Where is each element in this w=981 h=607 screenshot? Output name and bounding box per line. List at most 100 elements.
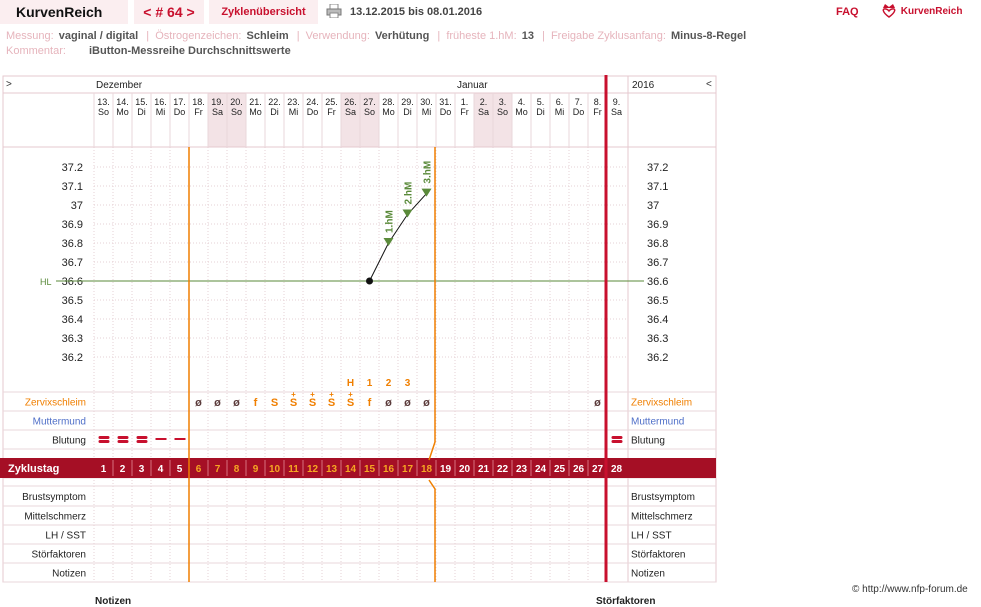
day-date: 28. (382, 97, 395, 107)
day-weekday: Sa (478, 107, 489, 117)
day-weekday: Sa (345, 107, 356, 117)
faq-link[interactable]: FAQ (836, 0, 859, 24)
cycle-day-number: 27 (592, 464, 604, 475)
cycle-day-number: 2 (120, 464, 126, 475)
high-measurement-label: 2.hM (404, 182, 415, 205)
top-bar: KurvenReich < # 64 > Zyklenübersicht 13.… (0, 0, 981, 26)
temp-tick-left: 37.1 (62, 181, 83, 193)
temp-tick-right: 36.9 (647, 219, 668, 231)
lh-sst-label-right: LH / SST (631, 531, 672, 542)
mittelschmerz-label-left: Mittelschmerz (24, 512, 86, 523)
temp-tick-right: 36.4 (647, 314, 668, 326)
mucus-plus-mark: + (291, 390, 296, 399)
cycle-day-number: 12 (307, 464, 319, 475)
blutung-label-right: Blutung (631, 436, 665, 447)
day-weekday: So (98, 107, 109, 117)
temperature-point (366, 277, 373, 285)
cycle-day-bar (0, 458, 716, 478)
temp-tick-left: 36.3 (62, 333, 83, 345)
peak-label: 1 (367, 378, 373, 389)
cycle-overview-tab[interactable]: Zyklenübersicht (209, 0, 318, 24)
messung-label: Messung: (6, 30, 54, 42)
bleeding-heavy-mark (98, 440, 110, 443)
cycle-day-number: 25 (554, 464, 566, 475)
cycle-day-number: 21 (478, 464, 490, 475)
temp-tick-right: 36.6 (647, 276, 668, 288)
printer-icon[interactable] (326, 3, 342, 19)
cycle-day-number: 6 (196, 464, 202, 475)
day-weekday: Fr (327, 107, 336, 117)
day-date: 14. (116, 97, 129, 107)
cycle-day-number: 7 (215, 464, 221, 475)
muttermund-label-left: Muttermund (33, 417, 86, 428)
mucus-symbol: ø (385, 397, 392, 409)
day-date: 30. (420, 97, 433, 107)
hl-label: HL (40, 277, 52, 287)
day-date: 26. (344, 97, 357, 107)
bleeding-heavy-mark (117, 440, 129, 443)
temp-tick-left: 37.2 (62, 162, 83, 174)
cycle-navigation[interactable]: < # 64 > (134, 0, 204, 24)
cycle-day-number: 26 (573, 464, 585, 475)
blutung-label-left: Blutung (52, 436, 86, 447)
day-weekday: Fr (593, 107, 602, 117)
day-weekday: Do (573, 107, 585, 117)
day-date: 15. (135, 97, 148, 107)
day-date: 1. (461, 97, 469, 107)
brustsymptom-label-right: Brustsymptom (631, 492, 695, 503)
cycle-day-number: 13 (326, 464, 338, 475)
day-date: 21. (249, 97, 262, 107)
day-weekday: Di (403, 107, 412, 117)
mucus-symbol: f (368, 397, 372, 409)
day-weekday: Mo (249, 107, 262, 117)
kommentar-label: Kommentar: (6, 45, 66, 57)
cycle-day-number: 15 (364, 464, 376, 475)
day-weekday: Mi (422, 107, 432, 117)
day-date: 9. (613, 97, 621, 107)
temp-tick-right: 36.7 (647, 257, 668, 269)
temp-tick-left: 36.8 (62, 238, 83, 250)
logo-text: KurvenReich (900, 6, 963, 17)
day-weekday: Mi (289, 107, 299, 117)
day-date: 18. (192, 97, 205, 107)
stoerfaktoren-label-right: Störfaktoren (631, 550, 685, 561)
day-date: 25. (325, 97, 338, 107)
logo[interactable]: KurvenReich (880, 0, 980, 24)
oestrogen-label: Östrogenzeichen: (155, 30, 242, 42)
temp-tick-left: 36.5 (62, 295, 83, 307)
temp-tick-left: 36.9 (62, 219, 83, 231)
day-weekday: Di (137, 107, 146, 117)
day-weekday: Do (307, 107, 319, 117)
cycle-day-number: 18 (421, 464, 433, 475)
cycle-day-number: 11 (288, 464, 299, 475)
temp-tick-left: 36.7 (62, 257, 83, 269)
day-date: 17. (173, 97, 186, 107)
notizen-label-left: Notizen (52, 569, 86, 580)
temp-tick-right: 36.5 (647, 295, 668, 307)
cycle-day-number: 8 (234, 464, 240, 475)
mucus-plus-mark: + (329, 390, 334, 399)
cycle-day-number: 4 (158, 464, 164, 475)
day-date: 7. (575, 97, 583, 107)
mucus-plus-mark: + (348, 390, 353, 399)
day-date: 24. (306, 97, 319, 107)
mucus-symbol: f (254, 397, 258, 409)
mucus-symbol: S (271, 397, 278, 409)
day-date: 29. (401, 97, 414, 107)
year-label: 2016 (632, 80, 655, 91)
zervixschleim-label-left: Zervixschleim (25, 398, 86, 409)
cycle-day-number: 14 (345, 464, 357, 475)
day-date: 23. (287, 97, 300, 107)
lh-sst-label-left: LH / SST (45, 531, 86, 542)
day-weekday: Do (440, 107, 452, 117)
app-title: KurvenReich (0, 0, 128, 24)
day-weekday: Do (174, 107, 186, 117)
cycle-day-number: 9 (253, 464, 259, 475)
muttermund-label-right: Muttermund (631, 417, 684, 428)
bleeding-light-mark (174, 438, 186, 440)
temp-tick-right: 37 (647, 200, 659, 212)
temp-tick-left: 36.4 (62, 314, 83, 326)
messung-value: vaginal / digital (58, 30, 139, 42)
day-date: 13. (97, 97, 110, 107)
day-weekday: So (231, 107, 242, 117)
